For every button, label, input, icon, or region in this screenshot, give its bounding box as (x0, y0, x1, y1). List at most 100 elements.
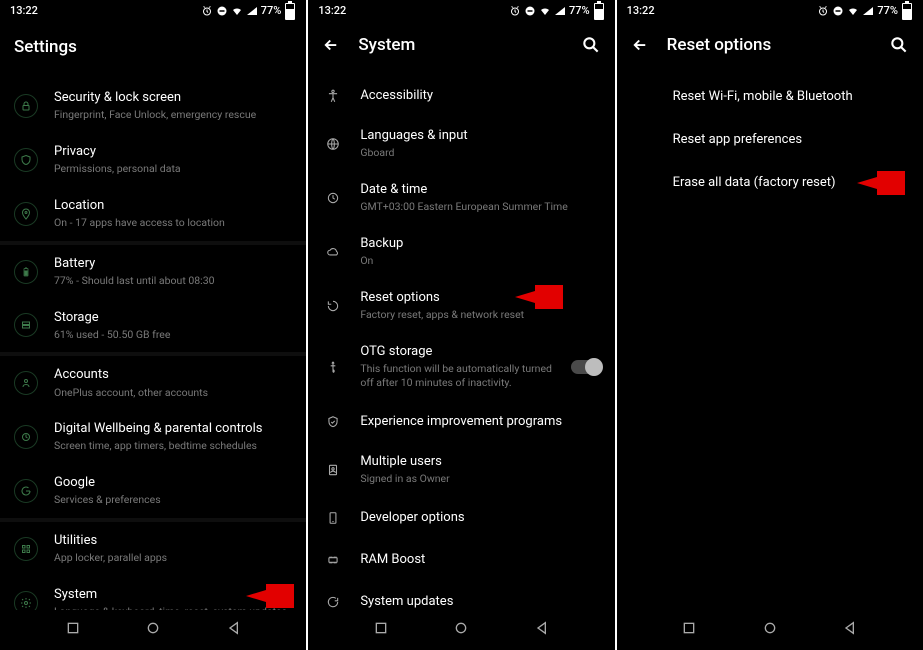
item-label: Location (54, 197, 292, 215)
item-storage[interactable]: Storage61% used - 50.50 GB free (0, 299, 306, 353)
google-icon (14, 479, 38, 503)
item-utilities[interactable]: UtilitiesApp locker, parallel apps (0, 522, 306, 576)
dnd-icon (832, 5, 844, 17)
lock-icon (14, 94, 38, 118)
item-privacy[interactable]: PrivacyPermissions, personal data (0, 133, 306, 187)
nav-recent-icon[interactable] (681, 620, 697, 636)
nav-back-icon[interactable] (534, 620, 550, 636)
item-accounts[interactable]: Accounts OnePlus account, other accounts (0, 356, 306, 410)
privacy-icon (14, 148, 38, 172)
item-label: Reset options (360, 289, 600, 307)
item-label: Accounts (54, 366, 292, 384)
cloud-icon (322, 241, 344, 263)
item-updates[interactable]: System updates (308, 581, 614, 610)
status-time: 13:22 (627, 4, 655, 17)
nav-recent-icon[interactable] (373, 620, 389, 636)
screen-reset-options: 13:22 77% Reset options Reset Wi-Fi, mob… (617, 0, 923, 650)
item-label: Languages & input (360, 127, 600, 145)
item-datetime[interactable]: Date & timeGMT+03:00 Eastern European Su… (308, 171, 614, 225)
nav-recent-icon[interactable] (65, 620, 81, 636)
globe-icon (322, 133, 344, 155)
utilities-icon (14, 537, 38, 561)
reset-list[interactable]: Reset Wi-Fi, mobile & Bluetooth Reset ap… (617, 75, 923, 610)
item-otg[interactable]: OTG storageThis function will be automat… (308, 333, 614, 402)
wellbeing-icon (14, 425, 38, 449)
header: Settings (0, 19, 306, 79)
screen-system: 13:22 77% System Accessibility Languages… (308, 0, 614, 650)
header: System (308, 19, 614, 75)
status-icons: 77% (201, 4, 297, 17)
red-arrow-annotation (857, 171, 905, 195)
item-label: Privacy (54, 143, 292, 161)
item-sub: Gboard (360, 146, 600, 161)
nav-home-icon[interactable] (762, 620, 778, 636)
nav-back-icon[interactable] (226, 620, 242, 636)
item-developer[interactable]: Developer options (308, 497, 614, 539)
item-label: Backup (360, 235, 600, 253)
phone-icon (322, 507, 344, 529)
status-bar: 13:22 77% (0, 0, 306, 19)
item-sub: Permissions, personal data (54, 162, 292, 177)
status-icons: 77% (817, 4, 913, 17)
item-label: OTG storage (360, 343, 554, 361)
item-label: System (54, 586, 292, 604)
otg-toggle[interactable] (571, 360, 601, 374)
item-label: Date & time (360, 181, 600, 199)
item-wellbeing[interactable]: Digital Wellbeing & parental controlsScr… (0, 410, 306, 464)
alarm-icon (817, 5, 829, 17)
item-factory-reset[interactable]: Erase all data (factory reset) (617, 161, 923, 204)
item-users[interactable]: Multiple usersSigned in as Owner (308, 443, 614, 497)
item-system[interactable]: SystemLanguage & keyboard, time, reset, … (0, 576, 306, 610)
search-button[interactable] (889, 35, 909, 55)
item-label: Security & lock screen (54, 89, 292, 107)
nav-home-icon[interactable] (145, 620, 161, 636)
item-sub: GMT+03:00 Eastern European Summer Time (360, 200, 600, 215)
item-sub: Fingerprint, Face Unlock, emergency resc… (54, 108, 292, 123)
item-accessibility[interactable]: Accessibility (308, 75, 614, 117)
shield-check-icon (322, 411, 344, 433)
battery-text: 77% (877, 4, 898, 17)
item-google[interactable]: GoogleServices & preferences (0, 464, 306, 518)
location-icon (14, 202, 38, 226)
nav-bar (617, 610, 923, 650)
battery-text: 77% (569, 4, 590, 17)
signal-icon (862, 5, 874, 17)
back-button[interactable] (631, 36, 649, 54)
item-backup[interactable]: BackupOn (308, 225, 614, 279)
alarm-icon (201, 5, 213, 17)
battery-text: 77% (261, 4, 282, 17)
storage-icon (14, 313, 38, 337)
battery-icon (14, 260, 38, 284)
item-sub: OnePlus account, other accounts (54, 386, 292, 401)
item-sub: 61% used - 50.50 GB free (54, 328, 292, 343)
item-sub: Screen time, app timers, bedtime schedul… (54, 439, 292, 454)
item-languages[interactable]: Languages & inputGboard (308, 117, 614, 171)
search-button[interactable] (581, 35, 601, 55)
item-label: Erase all data (factory reset) (673, 175, 836, 190)
item-experience[interactable]: Experience improvement programs (308, 401, 614, 443)
nav-bar (0, 610, 306, 650)
screen-settings: 13:22 77% Settings Security & lock scree… (0, 0, 306, 650)
reset-icon (322, 295, 344, 317)
page-title: Reset options (667, 35, 772, 55)
dnd-icon (524, 5, 536, 17)
nav-home-icon[interactable] (453, 620, 469, 636)
back-button[interactable] (322, 36, 340, 54)
item-reset[interactable]: Reset optionsFactory reset, apps & netwo… (308, 279, 614, 333)
item-reset-network[interactable]: Reset Wi-Fi, mobile & Bluetooth (617, 75, 923, 118)
settings-list[interactable]: Security & lock screenFingerprint, Face … (0, 79, 306, 610)
item-sub: On - 17 apps have access to location (54, 216, 292, 231)
users-icon (322, 459, 344, 481)
nav-back-icon[interactable] (842, 620, 858, 636)
item-ramboost[interactable]: RAM Boost (308, 539, 614, 581)
item-label: Developer options (360, 509, 600, 527)
system-list[interactable]: Accessibility Languages & inputGboard Da… (308, 75, 614, 610)
item-sub: On (360, 254, 600, 269)
item-reset-apps[interactable]: Reset app preferences (617, 118, 923, 161)
item-battery[interactable]: Battery77% - Should last until about 08:… (0, 245, 306, 299)
item-sub: App locker, parallel apps (54, 551, 292, 566)
item-security[interactable]: Security & lock screenFingerprint, Face … (0, 79, 306, 133)
update-icon (322, 591, 344, 610)
item-location[interactable]: LocationOn - 17 apps have access to loca… (0, 187, 306, 241)
nav-bar (308, 610, 614, 650)
